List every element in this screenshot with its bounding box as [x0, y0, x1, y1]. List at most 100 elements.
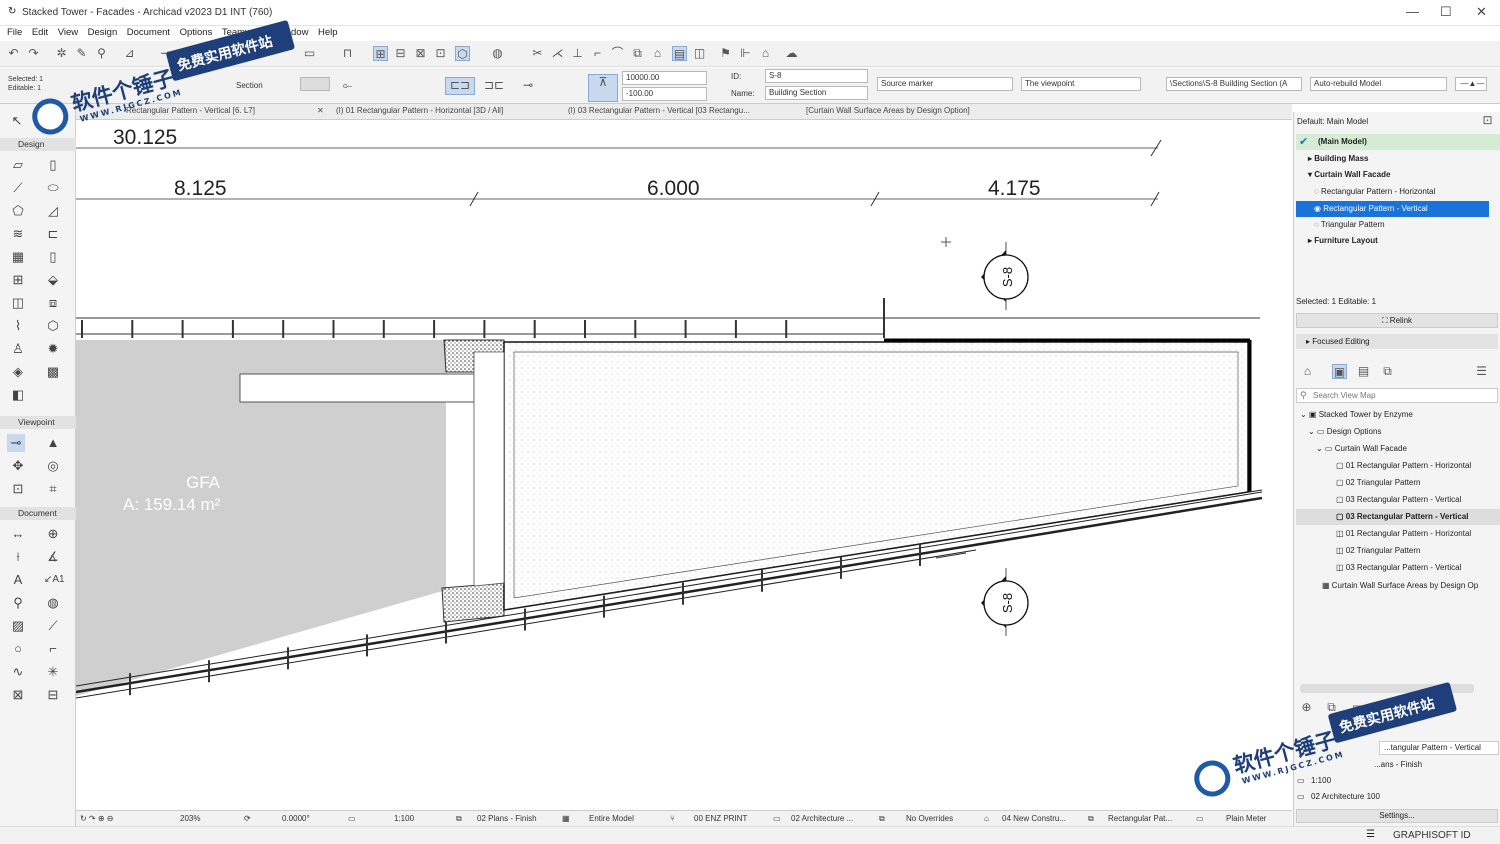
teamwork-icon[interactable]: ◫ — [692, 46, 707, 61]
snap-icon[interactable]: ⊿ — [122, 46, 137, 61]
zoom-level[interactable]: 203% — [180, 814, 200, 823]
menu-options[interactable]: Options — [180, 26, 213, 40]
design-option-set[interactable]: Rectangular Pat... — [1108, 814, 1172, 823]
pen-set[interactable]: 00 ENZ PRINT — [694, 814, 747, 823]
option-rect-vertical[interactable]: ◉ Rectangular Pattern - Vertical — [1296, 201, 1489, 217]
eyedropper-icon[interactable]: ⚲ — [94, 46, 109, 61]
publisher-sets-icon[interactable]: ⧉ — [1380, 364, 1395, 379]
guide-icon[interactable]: ⊸ — [158, 46, 173, 61]
nav-view-5[interactable]: ◫ 01 Rectangular Pattern - Horizontal — [1296, 526, 1489, 542]
option-curtain-wall[interactable]: ▾ Curtain Wall Facade — [1296, 167, 1489, 183]
roof-tool-icon[interactable]: ⬠ — [9, 202, 27, 220]
shell-tool-icon[interactable]: ◿ — [44, 202, 62, 220]
line-type-field[interactable] — [300, 77, 330, 91]
dimension-tool-icon[interactable]: ↔ — [9, 525, 27, 543]
morph-tool-icon[interactable]: ⬡ — [44, 317, 62, 335]
cube-tool-icon[interactable]: ◈ — [9, 363, 27, 381]
horizontal-scrollbar[interactable] — [1300, 684, 1474, 693]
dimension-style[interactable]: 02 Architecture ... — [791, 814, 853, 823]
beam-tool-icon[interactable]: ⟋ — [9, 179, 27, 197]
intersect-icon[interactable]: ⌐ — [590, 46, 605, 61]
mesh-tool-icon[interactable]: ⌇ — [9, 317, 27, 335]
publisher-icon[interactable]: ▤ — [672, 46, 687, 61]
nav-design-options[interactable]: ⌄ ▭ Design Options — [1296, 424, 1489, 440]
spline-tool-icon[interactable]: ∿ — [9, 663, 27, 681]
text-tool-icon[interactable]: A — [9, 571, 27, 589]
menu-window[interactable]: Window — [275, 26, 309, 40]
relink-button[interactable]: ⛶ Relink — [1296, 313, 1498, 328]
viewpoint-select[interactable]: The viewpoint — [1021, 77, 1141, 91]
project-map-icon[interactable]: ⌂ — [1300, 364, 1315, 379]
nav-view-3[interactable]: ▢ 03 Rectangular Pattern - Vertical — [1296, 492, 1489, 508]
vertical-range-icon[interactable]: ⊼ — [588, 74, 618, 102]
drawing-tool-icon[interactable]: ◍ — [44, 594, 62, 612]
floor-plan-drawing[interactable]: S-8 S-8 — [76, 120, 1292, 810]
nav-view-6[interactable]: ◫ 02 Triangular Pattern — [1296, 543, 1489, 559]
display-icon[interactable]: ⊡ — [433, 46, 448, 61]
level-dimension-icon[interactable]: ⊕ — [44, 525, 62, 543]
column-tool-icon[interactable]: ▯ — [44, 156, 62, 174]
change-tool-icon[interactable]: ⊟ — [44, 686, 62, 704]
view-path-field[interactable]: \Sections\S-8 Building Section (A — [1166, 77, 1302, 91]
fillet-icon[interactable]: ⌒ — [610, 46, 625, 61]
worksheet-tool-icon[interactable]: ◎ — [44, 457, 62, 475]
undo-icon[interactable]: ↶ — [6, 46, 21, 61]
tab-surface-areas[interactable]: [Curtain Wall Surface Areas by Design Op… — [806, 106, 970, 115]
globe-icon[interactable]: ◍ — [490, 46, 505, 61]
close-icon[interactable]: ✕ — [1476, 4, 1487, 20]
geometry-method-1-icon[interactable]: ⊏⊐ — [445, 77, 475, 95]
skylight-tool-icon[interactable]: ⬙ — [44, 271, 62, 289]
nav-schedule[interactable]: ▦ Curtain Wall Surface Areas by Design O… — [1296, 578, 1500, 594]
rotate-icon[interactable]: ⟳ — [244, 814, 251, 823]
settings-button[interactable]: Settings... — [1296, 809, 1498, 823]
new-view-icon[interactable]: ⊕ — [1299, 700, 1314, 715]
drawing-canvas[interactable]: S-8 S-8 30.125 8.125 6.000 4.175 GFA A: … — [76, 120, 1292, 810]
panel-tool-icon[interactable]: ◧ — [9, 386, 27, 404]
grid-tool-icon[interactable]: ▩ — [44, 363, 62, 381]
range-bottom-field[interactable]: -100.00 — [622, 87, 707, 101]
view-map-icon[interactable]: ▣ — [1332, 364, 1347, 379]
renovation-filter[interactable]: 04 New Constru... — [1002, 814, 1066, 823]
orientation-angle[interactable]: 0.0000° — [282, 814, 310, 823]
geometry-method-2-icon[interactable]: ⊐⊏ — [480, 78, 508, 93]
wall-tool-icon[interactable]: ▱ — [9, 156, 27, 174]
lock-icon[interactable]: ⊓ — [340, 46, 355, 61]
navigator-menu-icon[interactable]: ☰ — [1474, 364, 1489, 379]
toolbox-design-header[interactable]: Design — [0, 138, 76, 151]
window-tool-icon[interactable]: ⊞ — [9, 271, 27, 289]
tab-3d-vertical[interactable]: (I) 03 Rectangular Pattern - Vertical [0… — [568, 106, 750, 115]
maximize-icon[interactable]: ☐ — [1440, 4, 1452, 20]
hotspot-tool-icon[interactable]: ✳ — [44, 663, 62, 681]
scale-status[interactable]: 1:100 — [394, 814, 414, 823]
main-model-row[interactable]: (Main Model) — [1296, 134, 1500, 150]
option-triangular[interactable]: ◌ Triangular Pattern — [1296, 217, 1489, 233]
nav-root[interactable]: ⌄ ▣ Stacked Tower by Enzyme — [1296, 407, 1489, 423]
slab-tool-icon[interactable]: ⬭ — [44, 179, 62, 197]
nav-view-2[interactable]: ▢ 02 Triangular Pattern — [1296, 475, 1489, 491]
radial-dimension-icon[interactable]: ⟊ — [9, 548, 27, 566]
layer-combination[interactable]: 02 Plans - Finish — [477, 814, 537, 823]
trace-icon[interactable]: ⊠ — [413, 46, 428, 61]
id-field[interactable]: S-8 — [765, 69, 868, 83]
polyline-tool-icon[interactable]: ⌐ — [44, 640, 62, 658]
figure-tool-icon[interactable]: ⊠ — [9, 686, 27, 704]
graphisoft-id[interactable]: GRAPHISOFT ID — [1393, 830, 1471, 841]
pen-icon[interactable]: ✎ — [74, 46, 89, 61]
tab-close-icon[interactable]: ✕ — [317, 106, 324, 115]
lamp-tool-icon[interactable]: ♙ — [9, 340, 27, 358]
clone-view-icon[interactable]: ⧉ — [1324, 700, 1339, 715]
explode-icon[interactable]: ⌂ — [650, 46, 665, 61]
detail-tool-icon[interactable]: ✥ — [9, 457, 27, 475]
interior-elevation-icon[interactable]: ⊡ — [9, 480, 27, 498]
cloud-icon[interactable]: ☁ — [784, 46, 799, 61]
building-icon[interactable]: ⌂ — [758, 46, 773, 61]
fill-tool-icon[interactable]: ▨ — [9, 617, 27, 635]
3d-view-icon[interactable]: ⬡ — [455, 46, 470, 61]
marker-type-icon[interactable]: ⟜ — [340, 78, 355, 93]
tab-3d-horizontal[interactable]: (I) 01 Rectangular Pattern - Horizontal … — [336, 106, 503, 115]
model-view[interactable]: Entire Model — [589, 814, 634, 823]
object-tool-icon[interactable]: ◫ — [9, 294, 27, 312]
section-tool-icon[interactable]: ⊸ — [7, 434, 25, 452]
name-field[interactable]: Building Section — [765, 86, 868, 100]
grid-icon[interactable]: ⊟ — [393, 46, 408, 61]
